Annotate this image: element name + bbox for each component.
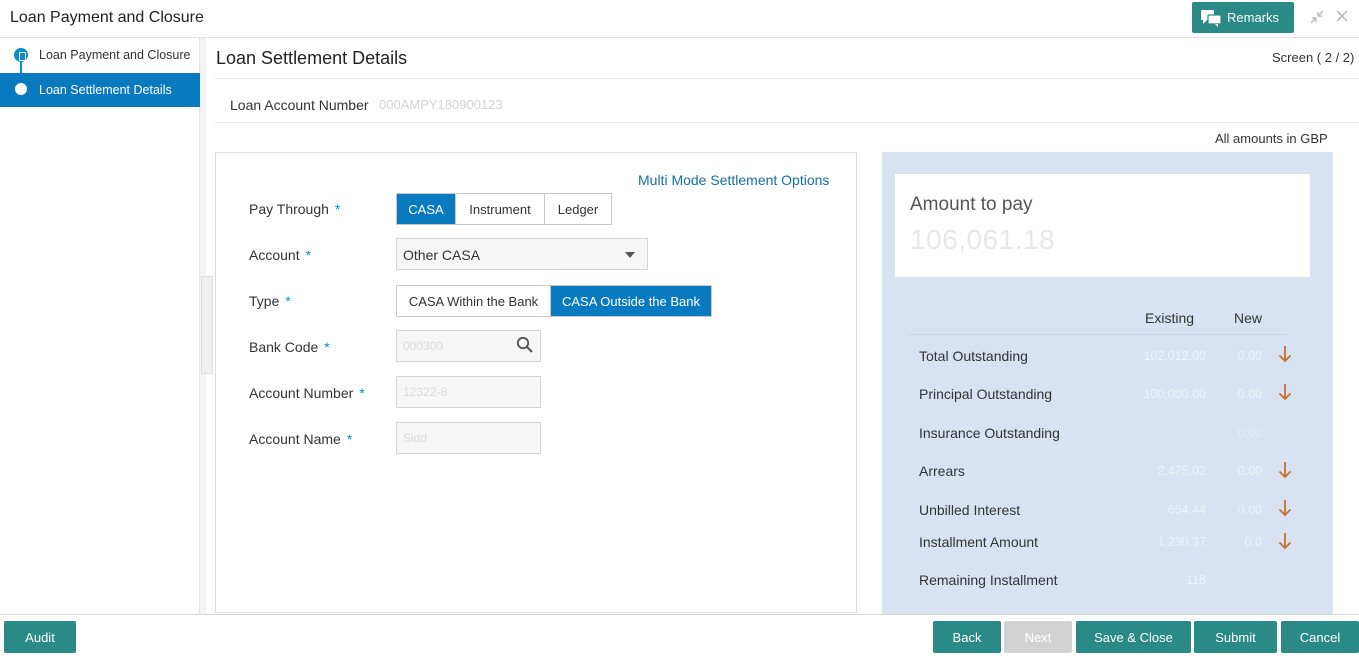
pay-through-label-text: Pay Through [249, 201, 329, 217]
summary-row-new: 0.00 [1237, 349, 1262, 363]
required-marker: * [334, 201, 341, 217]
remarks-button[interactable]: Remarks [1192, 2, 1294, 33]
arrow-down-icon[interactable] [1278, 461, 1292, 479]
divider [908, 334, 1286, 335]
loan-account-value: 000AMPY180900123 [379, 97, 503, 112]
type-toggle: CASA Within the Bank CASA Outside the Ba… [396, 285, 712, 317]
account-name-label-text: Account Name [249, 431, 341, 447]
pay-through-instrument-option[interactable]: Instrument [456, 194, 545, 224]
summary-row-label: Unbilled Interest [919, 502, 1021, 518]
multi-mode-settlement-link[interactable]: Multi Mode Settlement Options [638, 172, 829, 188]
currency-note: All amounts in GBP [1215, 131, 1328, 146]
pay-through-ledger-option[interactable]: Ledger [545, 194, 611, 224]
column-header-new: New [1234, 310, 1263, 326]
type-casa-within-bank-option[interactable]: CASA Within the Bank [397, 286, 551, 316]
summary-row-new: 0.00 [1237, 503, 1262, 517]
summary-row-label: Arrears [919, 463, 965, 479]
summary-row-label: Remaining Installment [919, 572, 1058, 588]
required-marker: * [305, 247, 312, 263]
bank-code-label-text: Bank Code [249, 339, 319, 355]
screen-counter: Screen ( 2 / 2) [1272, 50, 1355, 65]
arrow-down-icon[interactable] [1278, 383, 1292, 401]
pay-through-toggle: CASA Instrument Ledger [396, 193, 612, 225]
loan-account-row: Loan Account Number 000AMPY180900123 [215, 82, 1359, 122]
pay-through-casa-option[interactable]: CASA [397, 194, 456, 224]
next-button[interactable]: Next [1004, 621, 1072, 653]
amount-to-pay-label: Amount to pay [910, 194, 1033, 215]
divider [215, 78, 1359, 79]
required-marker: * [324, 339, 330, 355]
summary-row-existing: 654.44 [1167, 503, 1206, 517]
collapse-icon[interactable] [1309, 9, 1325, 30]
type-casa-outside-bank-option[interactable]: CASA Outside the Bank [551, 286, 711, 316]
pay-through-label: Pay Through * [249, 201, 340, 217]
required-marker: * [359, 385, 365, 401]
submit-button[interactable]: Submit [1194, 621, 1277, 653]
sidebar-item-loan-settlement-details[interactable]: Loan Settlement Details [0, 73, 200, 107]
type-label-text: Type [249, 293, 280, 309]
remarks-label: Remarks [1227, 10, 1280, 25]
arrow-down-icon[interactable] [1278, 499, 1292, 517]
cancel-button[interactable]: Cancel [1281, 621, 1359, 653]
sidebar-item-label: Loan Payment and Closure [39, 48, 191, 62]
summary-row-label: Insurance Outstanding [919, 425, 1060, 441]
save-and-close-button[interactable]: Save & Close [1076, 621, 1191, 653]
summary-row-new: 0.00 [1237, 464, 1262, 478]
loan-account-label: Loan Account Number [230, 97, 369, 113]
summary-row-label: Principal Outstanding [919, 386, 1053, 402]
sidebar-item-loan-payment-and-closure[interactable]: Loan Payment and Closure [0, 38, 200, 72]
comment-icon [1201, 9, 1222, 27]
divider [215, 122, 1359, 123]
required-marker: * [285, 293, 291, 309]
account-label: Account * [249, 247, 311, 263]
summary-row-existing: 118 [1186, 573, 1206, 587]
account-number-label-text: Account Number [249, 385, 354, 401]
step-dot-icon [15, 83, 27, 95]
account-name-input[interactable]: Sidd [396, 422, 541, 454]
back-button[interactable]: Back [933, 621, 1001, 653]
summary-row-existing: 102,012.00 [1143, 349, 1206, 363]
page-title: Loan Settlement Details [216, 48, 408, 68]
audit-button[interactable]: Audit [4, 621, 76, 653]
summary-row-existing: 1,230.37 [1157, 535, 1206, 549]
account-select-value: Other CASA [403, 247, 481, 263]
top-bar: Loan Payment and Closure Remarks [0, 0, 1359, 38]
summary-row-existing: 2,475.02 [1157, 464, 1206, 478]
account-label-text: Account [249, 247, 300, 263]
account-select[interactable]: Other CASA [396, 238, 648, 270]
summary-row-new: 0.0 [1244, 535, 1262, 549]
step-document-icon [14, 48, 28, 62]
column-header-existing: Existing [1145, 310, 1195, 326]
account-number-label: Account Number * [249, 385, 365, 401]
summary-row-new: 0.00 [1237, 387, 1262, 401]
summary-row-label: Installment Amount [919, 534, 1039, 550]
summary-row-new: 0.00 [1237, 426, 1262, 440]
account-number-input[interactable]: 12322-8 [396, 376, 541, 408]
amount-to-pay-value: 106,061.18 [910, 224, 1056, 255]
type-label: Type * [249, 293, 291, 309]
search-icon[interactable] [516, 336, 534, 354]
account-name-label: Account Name * [249, 431, 352, 447]
arrow-down-icon[interactable] [1278, 532, 1292, 550]
bank-code-label: Bank Code * [249, 339, 330, 355]
sidebar-item-label: Loan Settlement Details [39, 83, 172, 97]
required-marker: * [346, 431, 353, 447]
panel-splitter-handle[interactable] [201, 276, 213, 374]
arrow-down-icon[interactable] [1278, 345, 1292, 363]
summary-row-existing: 100,000.00 [1143, 387, 1206, 401]
app-title: Loan Payment and Closure [10, 9, 204, 26]
sidebar: Loan Payment and Closure Loan Settlement… [0, 38, 200, 614]
summary-row-label: Total Outstanding [919, 348, 1028, 364]
close-icon[interactable] [1335, 9, 1349, 30]
chevron-down-icon [625, 252, 635, 258]
